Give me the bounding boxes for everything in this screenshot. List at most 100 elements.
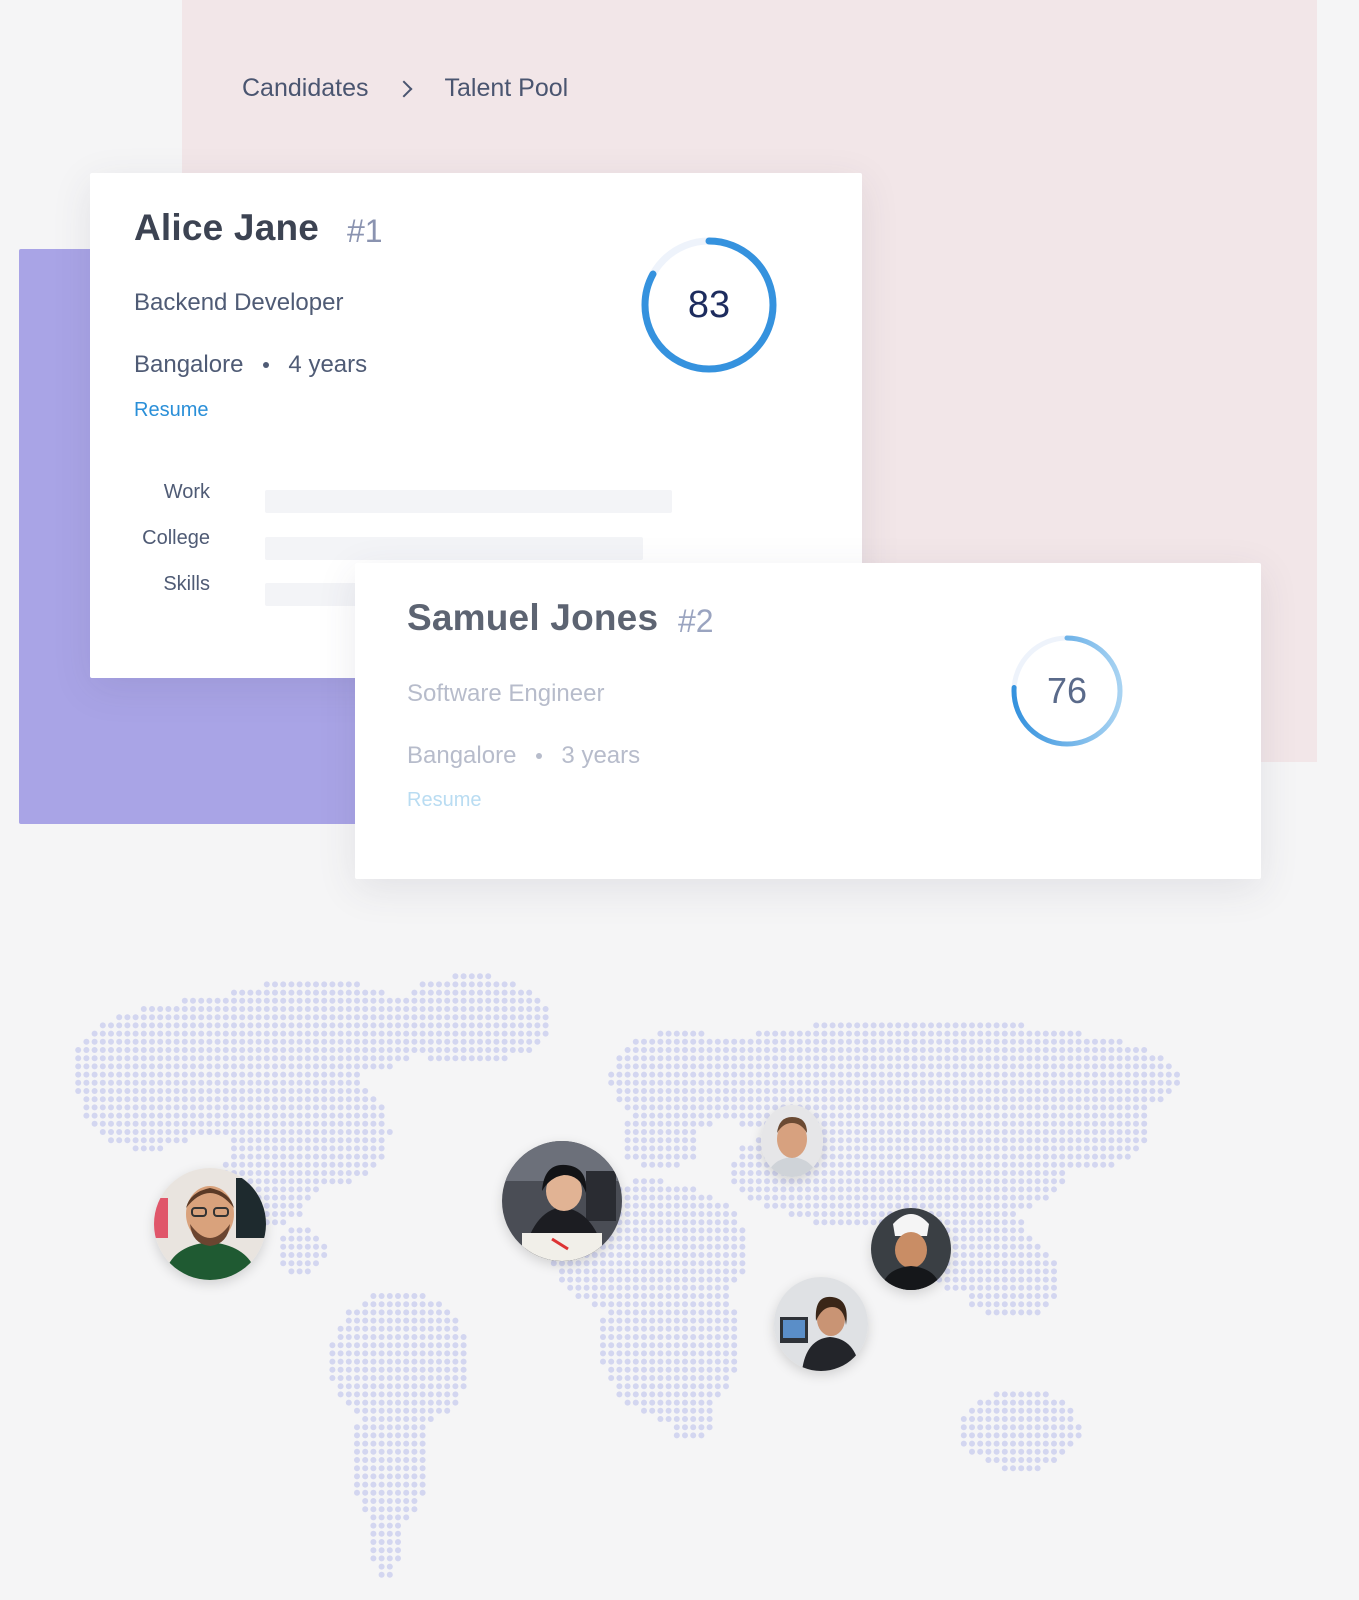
avatar-photo-1[interactable] <box>154 1168 266 1280</box>
map-dot <box>288 1022 295 1029</box>
map-dot <box>846 1096 852 1103</box>
map-dot <box>805 1202 811 1209</box>
map-dot <box>1100 1137 1107 1144</box>
map-dot <box>378 1530 385 1537</box>
avatar-photo-5[interactable] <box>774 1277 868 1371</box>
map-dot <box>632 1350 639 1357</box>
map-dot <box>222 1030 229 1037</box>
map-dot <box>780 1030 787 1037</box>
candidate-card-2[interactable]: Samuel Jones #2 Software Engineer Bangal… <box>355 563 1261 879</box>
map-dot <box>1116 1120 1123 1127</box>
map-dot <box>788 1088 795 1094</box>
map-dot <box>329 1342 336 1349</box>
map-dot <box>1116 1153 1123 1160</box>
map-dot <box>345 1038 352 1045</box>
map-dot <box>288 1178 295 1185</box>
map-dot <box>796 1202 803 1209</box>
map-dot <box>1026 1071 1033 1078</box>
map-dot <box>181 1104 188 1111</box>
map-dot <box>854 1120 861 1127</box>
map-dot <box>690 1358 697 1365</box>
avatar-photo-2[interactable] <box>502 1141 622 1261</box>
avatar-photo-3[interactable] <box>761 1105 823 1177</box>
map-dot <box>477 1014 483 1021</box>
map-dot <box>321 1047 328 1053</box>
map-dot <box>337 1047 344 1053</box>
map-dot <box>427 1301 434 1308</box>
map-dot <box>124 1022 131 1029</box>
avatar-photo-4[interactable] <box>871 1208 951 1290</box>
map-dot <box>1010 1088 1016 1094</box>
map-dot <box>624 1260 631 1267</box>
map-dot <box>739 1227 746 1234</box>
map-dot <box>354 1325 360 1332</box>
map-dot <box>1059 1120 1066 1127</box>
map-dot <box>928 1104 934 1111</box>
map-dot <box>960 1071 967 1078</box>
map-dot <box>870 1038 877 1045</box>
map-dot <box>206 1038 213 1045</box>
map-dot <box>280 1006 287 1012</box>
map-dot <box>690 1227 697 1234</box>
map-dot <box>862 1047 869 1053</box>
breadcrumb-talent-pool[interactable]: Talent Pool <box>444 74 568 103</box>
map-dot <box>649 1219 656 1226</box>
map-dot <box>731 1227 738 1234</box>
map-dot <box>952 1260 959 1267</box>
map-dot <box>977 1038 984 1045</box>
map-dot <box>624 1243 631 1250</box>
map-dot <box>673 1194 680 1201</box>
map-dot <box>714 1112 721 1119</box>
map-dot <box>731 1055 738 1062</box>
map-dot <box>1018 1301 1025 1308</box>
map-dot <box>1010 1079 1016 1086</box>
map-dot <box>780 1186 787 1193</box>
map-dot <box>624 1391 631 1398</box>
map-dot <box>239 1104 246 1111</box>
map-dot <box>263 1038 270 1045</box>
map-dot <box>682 1301 688 1308</box>
map-dot <box>395 1399 401 1406</box>
map-dot <box>985 1407 992 1414</box>
map-dot <box>887 1079 893 1086</box>
map-dot <box>944 1088 951 1094</box>
map-dot <box>747 1178 754 1185</box>
map-dot <box>1042 1186 1049 1193</box>
map-dot <box>928 1112 934 1119</box>
map-dot <box>321 1055 328 1062</box>
map-dot <box>313 1161 319 1168</box>
map-dot <box>378 1350 385 1357</box>
map-dot <box>362 1375 369 1381</box>
map-dot <box>313 1178 319 1185</box>
map-dot <box>673 1293 680 1299</box>
map-dot <box>862 1112 869 1119</box>
map-dot <box>386 1309 393 1316</box>
map-dot <box>124 1079 131 1086</box>
map-dot <box>887 1104 893 1111</box>
map-dot <box>624 1276 631 1283</box>
map-dot <box>313 1096 319 1103</box>
map-dot <box>682 1055 688 1062</box>
map-dot <box>682 1366 688 1373</box>
resume-link[interactable]: Resume <box>407 789 481 812</box>
map-dot <box>313 1079 319 1086</box>
map-dot <box>272 981 278 988</box>
map-dot <box>1157 1055 1164 1062</box>
map-dot <box>1026 1186 1033 1193</box>
map-dot <box>870 1104 877 1111</box>
map-dot <box>362 1153 369 1160</box>
map-dot <box>682 1104 688 1111</box>
map-dot <box>870 1145 877 1152</box>
map-dot <box>665 1211 672 1217</box>
map-dot <box>665 1227 672 1234</box>
map-dot <box>1026 1260 1033 1267</box>
map-dot <box>821 1186 828 1193</box>
resume-link[interactable]: Resume <box>134 399 208 422</box>
map-dot <box>944 1063 951 1070</box>
breadcrumb-candidates[interactable]: Candidates <box>242 74 368 103</box>
map-dot <box>600 1350 606 1357</box>
map-dot <box>624 1366 631 1373</box>
map-dot <box>329 1079 336 1086</box>
map-dot <box>690 1202 697 1209</box>
map-dot <box>378 1006 385 1012</box>
